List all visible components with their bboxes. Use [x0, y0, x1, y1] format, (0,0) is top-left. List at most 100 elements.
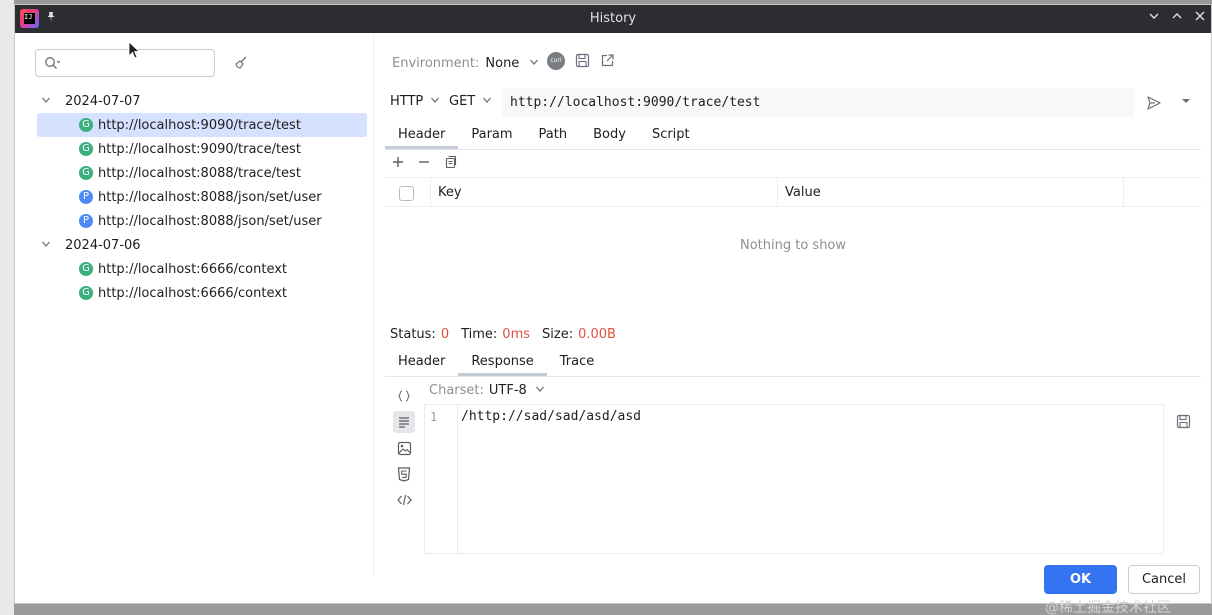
chevron-down-icon: [529, 57, 539, 70]
size-label: Size:: [542, 327, 574, 342]
tab-request-header[interactable]: Header: [385, 123, 459, 149]
clear-history-broom-icon[interactable]: [233, 55, 249, 75]
environment-selector[interactable]: Environment: None: [392, 52, 539, 74]
history-item-url: http://localhost:6666/context: [98, 261, 288, 277]
send-icon[interactable]: [1146, 95, 1162, 115]
history-search-field[interactable]: [35, 49, 215, 77]
line-number-gutter: 1: [425, 405, 458, 553]
history-group-date: 2024-07-07: [65, 93, 141, 109]
response-status-bar: Status: 0 Time: 0ms Size: 0.00B: [390, 327, 628, 342]
chevron-down-icon: [482, 95, 492, 108]
history-group-date: 2024-07-06: [65, 237, 141, 253]
get-method-badge: G: [79, 262, 93, 276]
history-item-url: http://localhost:8088/trace/test: [98, 165, 301, 181]
chevron-down-icon: [535, 384, 545, 397]
history-item-url: http://localhost:6666/context: [98, 285, 288, 301]
column-value-header: Value: [785, 185, 821, 200]
panel-divider[interactable]: [373, 35, 374, 575]
ok-button[interactable]: OK: [1044, 565, 1117, 594]
history-item-url: http://localhost:9090/trace/test: [98, 141, 301, 157]
post-method-badge: P: [79, 214, 93, 228]
response-body-text[interactable]: /http://sad/sad/asd/asd: [461, 409, 641, 424]
close-icon[interactable]: [1191, 10, 1209, 28]
get-method-badge: G: [79, 142, 93, 156]
save-response-icon[interactable]: [1176, 414, 1191, 433]
mouse-pointer-icon: [128, 41, 141, 65]
header-table-head: Key Value: [385, 177, 1201, 207]
chevron-down-icon: [430, 95, 440, 108]
charset-value: UTF-8: [488, 383, 527, 398]
get-method-badge: G: [79, 118, 93, 132]
desktop-backdrop: [0, 0, 14, 615]
minimize-chevron-icon[interactable]: [1145, 10, 1163, 28]
method-value: GET: [449, 94, 476, 109]
status-value: 0: [440, 327, 450, 342]
history-item[interactable]: G http://localhost:9090/trace/test: [37, 137, 367, 161]
tabs-divider: [385, 149, 1201, 150]
line-number: 1: [430, 410, 438, 424]
tab-response-trace[interactable]: Trace: [547, 350, 608, 376]
request-tabs: Header Param Path Body Script: [385, 123, 703, 149]
watermark: @稀土掘金技术社区: [1045, 600, 1171, 615]
history-item-url: http://localhost:9090/trace/test: [98, 117, 301, 133]
chevron-down-icon[interactable]: [41, 239, 57, 252]
get-method-badge: G: [79, 286, 93, 300]
open-external-icon[interactable]: [600, 53, 615, 72]
json-braces-icon[interactable]: [393, 385, 415, 407]
tab-request-param[interactable]: Param: [458, 123, 525, 149]
post-method-badge: P: [79, 190, 93, 204]
tab-request-body[interactable]: Body: [580, 123, 639, 149]
charset-selector[interactable]: Charset: UTF-8: [429, 383, 545, 398]
select-all-checkbox[interactable]: [399, 186, 414, 201]
maximize-chevron-icon[interactable]: [1168, 10, 1186, 28]
remove-icon[interactable]: [416, 155, 432, 171]
history-item[interactable]: G http://localhost:8088/trace/test: [37, 161, 367, 185]
history-item[interactable]: G http://localhost:9090/trace/test: [37, 113, 367, 137]
history-group-row[interactable]: 2024-07-07: [37, 89, 367, 113]
code-tag-icon[interactable]: [393, 489, 415, 511]
tab-response-header[interactable]: Header: [385, 350, 458, 376]
cancel-button[interactable]: Cancel: [1128, 565, 1200, 594]
history-tree: 2024-07-07 G http://localhost:9090/trace…: [37, 89, 367, 305]
get-method-badge: G: [79, 166, 93, 180]
charset-label: Charset:: [429, 383, 484, 398]
history-item-url: http://localhost:8088/json/set/user: [98, 189, 322, 205]
tabs-divider: [385, 376, 1201, 377]
protocol-value: HTTP: [390, 94, 424, 109]
save-icon[interactable]: [575, 53, 590, 72]
curl-icon[interactable]: curl: [547, 52, 565, 70]
image-icon[interactable]: [393, 437, 415, 459]
history-item[interactable]: P http://localhost:8088/json/set/user: [37, 209, 367, 233]
environment-label: Environment:: [392, 55, 480, 71]
response-tabs: Header Response Trace: [385, 350, 607, 376]
text-lines-icon[interactable]: [393, 411, 415, 433]
window-title: History: [589, 11, 637, 26]
history-item[interactable]: G http://localhost:6666/context: [37, 281, 367, 305]
tab-request-script[interactable]: Script: [639, 123, 703, 149]
header-table-toolbar: [390, 155, 458, 171]
column-separator: [1123, 178, 1124, 207]
add-icon[interactable]: [390, 155, 406, 171]
column-separator: [777, 178, 778, 207]
url-input[interactable]: [502, 88, 1134, 117]
history-group-row[interactable]: 2024-07-06: [37, 233, 367, 257]
method-selector[interactable]: GET: [449, 94, 492, 109]
history-dialog: IJ History 2024-07-07 G http://localhost…: [14, 4, 1212, 615]
chevron-down-icon[interactable]: [41, 95, 57, 108]
tab-request-path[interactable]: Path: [526, 123, 581, 149]
time-value: 0ms: [502, 327, 531, 342]
environment-value: None: [485, 55, 520, 71]
html5-icon[interactable]: [393, 463, 415, 485]
request-line: HTTP GET: [385, 88, 1197, 118]
protocol-selector[interactable]: HTTP: [390, 94, 440, 109]
more-options-chevron-icon[interactable]: [1181, 96, 1191, 109]
history-item[interactable]: P http://localhost:8088/json/set/user: [37, 185, 367, 209]
title-bar: IJ History: [15, 5, 1211, 33]
response-view-icons: [393, 385, 415, 515]
response-body-editor[interactable]: 1 /http://sad/sad/asd/asd: [424, 404, 1164, 554]
history-item[interactable]: G http://localhost:6666/context: [37, 257, 367, 281]
search-icon: [44, 56, 61, 74]
tab-response-response[interactable]: Response: [458, 350, 548, 376]
copy-icon[interactable]: [442, 155, 458, 171]
time-label: Time:: [461, 327, 498, 342]
